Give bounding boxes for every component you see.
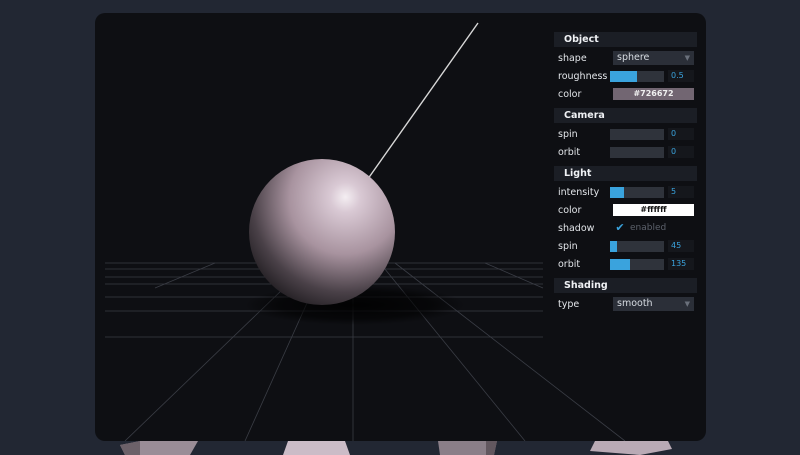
shape-thumbnails: [120, 441, 672, 455]
light-color-control: color #ffffff: [554, 201, 697, 219]
checkmark-icon: ✔: [615, 221, 625, 234]
shape-label: shape: [558, 52, 587, 64]
shadow-label: shadow: [558, 222, 595, 234]
light-spin-input[interactable]: 45: [668, 240, 694, 252]
shadow-control: shadow ✔ enabled: [554, 219, 697, 237]
camera-orbit-input[interactable]: 0: [668, 146, 694, 158]
light-orbit-control: orbit 135: [554, 255, 697, 273]
shading-type-control: type smooth ▼: [554, 295, 697, 313]
shading-type-select[interactable]: smooth ▼: [613, 297, 694, 311]
roughness-label: roughness: [558, 70, 608, 82]
viewport-canvas[interactable]: Object shape sphere ▼ roughness 0.5 colo…: [95, 13, 706, 441]
roughness-slider-fill: [610, 70, 637, 82]
light-intensity-label: intensity: [558, 186, 600, 198]
light-spin-control: spin 45: [554, 237, 697, 255]
light-spin-slider-fill: [610, 240, 617, 252]
camera-spin-label: spin: [558, 128, 578, 140]
roughness-control: roughness 0.5: [554, 67, 697, 85]
folder-title-object[interactable]: Object: [554, 32, 697, 47]
light-intensity-slider-fill: [610, 186, 624, 198]
shadow-checkbox[interactable]: ✔: [614, 222, 626, 234]
cube-thumbnail[interactable]: [120, 441, 198, 455]
roughness-slider[interactable]: [610, 70, 664, 82]
camera-spin-slider[interactable]: [610, 128, 664, 140]
folder-title-light[interactable]: Light: [554, 166, 697, 181]
light-color-swatch[interactable]: #ffffff: [613, 204, 694, 216]
shape-select-value: sphere: [617, 52, 650, 63]
light-spin-slider[interactable]: [610, 240, 664, 252]
shape-control: shape sphere ▼: [554, 49, 697, 67]
torus-thumbnail[interactable]: [590, 441, 672, 455]
cylinder-thumbnail[interactable]: [438, 441, 497, 455]
sphere-object: [249, 159, 395, 305]
camera-spin-control: spin 0: [554, 125, 697, 143]
shadow-checkbox-label: enabled: [630, 223, 667, 233]
camera-spin-input[interactable]: 0: [668, 128, 694, 140]
light-orbit-label: orbit: [558, 258, 581, 270]
light-color-label: color: [558, 204, 582, 216]
controls-panel: Object shape sphere ▼ roughness 0.5 colo…: [554, 32, 697, 313]
shape-select[interactable]: sphere ▼: [613, 51, 694, 65]
object-color-swatch[interactable]: #726672: [613, 88, 694, 100]
light-orbit-slider-fill: [610, 258, 631, 270]
camera-orbit-control: orbit 0: [554, 143, 697, 161]
object-color-control: color #726672: [554, 85, 697, 103]
roughness-input[interactable]: 0.5: [668, 70, 694, 82]
shading-type-label: type: [558, 298, 580, 310]
light-spin-label: spin: [558, 240, 578, 252]
object-color-label: color: [558, 88, 582, 100]
cone-thumbnail[interactable]: [283, 441, 350, 455]
folder-title-camera[interactable]: Camera: [554, 108, 697, 123]
camera-orbit-label: orbit: [558, 146, 581, 158]
light-orbit-input[interactable]: 135: [668, 258, 694, 270]
light-orbit-slider[interactable]: [610, 258, 664, 270]
light-intensity-control: intensity 5: [554, 183, 697, 201]
chevron-down-icon: ▼: [684, 54, 690, 62]
camera-orbit-slider[interactable]: [610, 146, 664, 158]
shading-type-select-value: smooth: [617, 298, 653, 309]
light-intensity-slider[interactable]: [610, 186, 664, 198]
light-intensity-input[interactable]: 5: [668, 186, 694, 198]
folder-title-shading[interactable]: Shading: [554, 278, 697, 293]
chevron-down-icon: ▼: [684, 300, 690, 308]
light-direction-line: [364, 22, 479, 184]
